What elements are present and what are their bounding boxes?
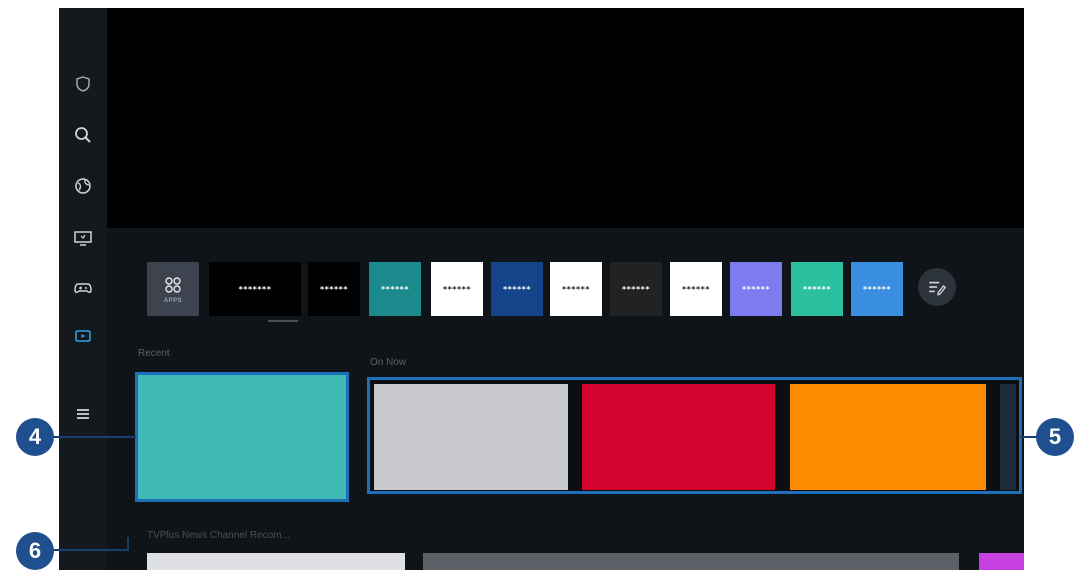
apps-grid-icon [165,276,181,293]
callout-line-4 [40,436,136,438]
tv-screen: APPS Recent On Now TVPlus News Channel R… [59,8,1024,570]
apps-label: APPS [163,297,183,304]
app-tile[interactable]: ****** [851,262,903,316]
app-tile[interactable]: ****** [308,262,360,316]
shield-icon[interactable] [71,72,95,96]
on-now-tile[interactable] [790,384,986,490]
callout-line-6-vertical [127,537,129,551]
globe-icon[interactable] [71,174,95,198]
app-tile[interactable]: ****** [730,262,782,316]
search-icon[interactable] [71,123,95,147]
app-tile[interactable]: ****** [431,262,483,316]
app-tile-label: ****** [741,284,771,294]
app-tile[interactable]: ****** [670,262,722,316]
app-tile-label: ****** [442,284,472,294]
app-tile[interactable]: ****** [550,262,602,316]
tv-icon[interactable] [71,226,95,250]
recent-label: Recent [138,348,170,359]
bottom-row-tile[interactable] [423,553,959,570]
app-tile-label: ****** [802,284,832,294]
menu-icon[interactable] [71,402,95,426]
hero-preview [107,8,1024,228]
callout-5: 5 [1036,418,1074,456]
app-tile-label: ****** [502,284,532,294]
bottom-row-tile[interactable] [147,553,405,570]
edit-apps-button[interactable] [918,268,956,306]
app-tile-label: ******* [238,284,272,294]
app-tile[interactable]: ****** [791,262,843,316]
gamepad-icon[interactable] [71,276,95,300]
recent-card[interactable] [135,372,349,502]
on-now-row [367,377,1022,494]
apps-button[interactable]: APPS [147,262,199,316]
on-now-tile[interactable] [582,384,775,490]
app-tile-label: ****** [561,284,591,294]
on-now-tile-partial[interactable] [1000,384,1016,490]
app-tile[interactable]: ******* [209,262,301,316]
app-tile-label: ****** [681,284,711,294]
bottom-row-tile-partial[interactable] [979,553,1024,570]
callout-6: 6 [16,532,54,570]
app-tile-label: ****** [862,284,892,294]
on-now-label: On Now [370,357,407,368]
bottom-row-label: TVPlus News Channel Recom... [147,530,290,541]
app-tile-label: ****** [621,284,651,294]
app-tile-label: ****** [319,284,349,294]
sidebar [59,8,107,570]
callout-4: 4 [16,418,54,456]
focus-underline [268,320,298,322]
app-tile[interactable]: ****** [369,262,421,316]
on-now-tile[interactable] [374,384,568,490]
edit-list-icon [929,281,947,296]
app-tile[interactable]: ****** [610,262,662,316]
media-icon[interactable] [71,324,95,348]
app-tile-label: ****** [380,284,410,294]
app-tile[interactable]: ****** [491,262,543,316]
